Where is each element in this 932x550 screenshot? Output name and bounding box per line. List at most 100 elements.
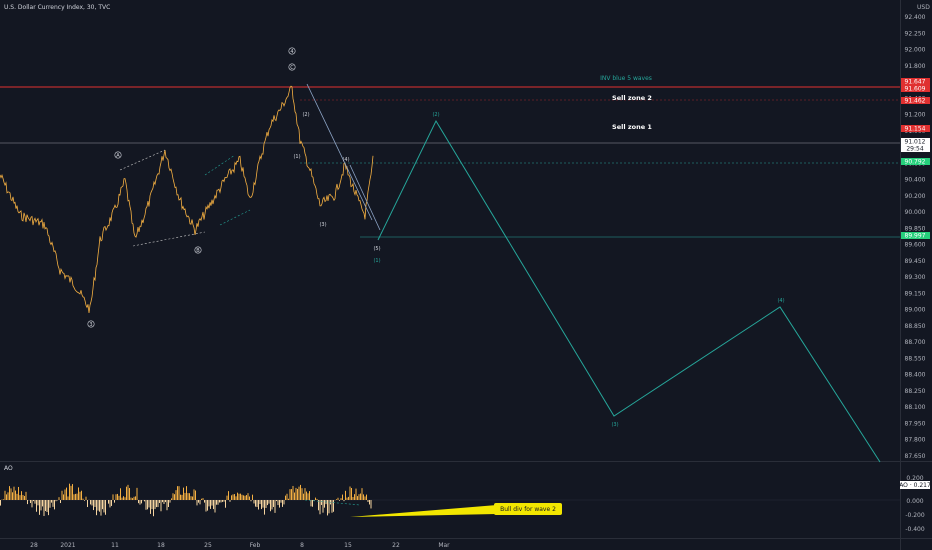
ao-bar xyxy=(306,491,307,500)
ao-bar xyxy=(16,493,18,500)
ao-bar xyxy=(120,488,121,500)
ao-bar xyxy=(124,497,126,500)
annotation-sell-zone-2: Sell zone 2 xyxy=(612,94,652,102)
ao-bar xyxy=(150,500,151,514)
ao-bar xyxy=(48,500,49,516)
ao-bar xyxy=(279,500,280,508)
ao-bar xyxy=(250,500,252,502)
ao-bar xyxy=(43,500,45,516)
time-tick: Feb xyxy=(250,542,261,549)
ao-bar xyxy=(82,498,84,500)
ao-bar xyxy=(331,500,333,513)
ao-bar xyxy=(45,500,46,512)
price-tick: 88.850 xyxy=(905,323,926,330)
price-badge: 90.792 xyxy=(905,159,926,166)
ao-bar xyxy=(324,500,325,508)
price-tick: 90.400 xyxy=(905,177,926,184)
ao-bar xyxy=(217,500,219,505)
ao-bar xyxy=(291,489,292,500)
ao-bar xyxy=(159,500,160,503)
proj-p3-label: (3) xyxy=(611,422,618,428)
ao-bar xyxy=(319,500,321,515)
ao-bar xyxy=(126,486,127,500)
ao-bar xyxy=(33,500,34,502)
ao-bar xyxy=(52,500,54,507)
ao-bar xyxy=(237,492,238,500)
ao-bar xyxy=(21,491,22,500)
price-tick: 88.550 xyxy=(905,355,926,362)
main-pane[interactable] xyxy=(0,0,900,462)
ao-bar xyxy=(109,500,111,508)
bull-div-text: Bull div for wave 2 xyxy=(500,506,556,513)
price-tick: 89.850 xyxy=(905,225,926,232)
ao-bar xyxy=(225,500,226,508)
ao-bar xyxy=(34,500,36,504)
ao-bar xyxy=(195,490,196,500)
ao-bar xyxy=(349,486,351,500)
ao-bar xyxy=(4,490,6,500)
ao-bar xyxy=(49,500,51,508)
ao-bar xyxy=(193,489,195,500)
ao-bar xyxy=(220,500,222,503)
ao-bar xyxy=(312,500,313,507)
ao-bar xyxy=(297,488,298,500)
ao-bar xyxy=(202,498,204,500)
time-tick: 25 xyxy=(204,542,212,549)
ao-bar xyxy=(285,495,286,500)
ao-bar xyxy=(18,486,19,500)
ao-bar xyxy=(241,494,243,500)
price-tick: 92.250 xyxy=(905,30,926,37)
ao-bar xyxy=(94,500,96,507)
ao-bar xyxy=(208,500,210,507)
ao-bar xyxy=(240,493,241,500)
time-tick: 28 xyxy=(30,542,38,549)
time-axis[interactable]: 28 2021 11 18 25 Feb 8 15 22 Mar xyxy=(30,542,450,549)
ao-bar xyxy=(232,494,234,500)
ao-bar xyxy=(79,491,81,500)
ao-bar xyxy=(72,484,73,500)
wave-p3-label: (3) xyxy=(319,222,326,228)
ao-bar xyxy=(354,494,355,500)
ao-bar xyxy=(309,491,310,500)
ao-bar xyxy=(370,500,372,509)
ao-bar xyxy=(189,493,190,500)
ao-bar xyxy=(234,494,235,500)
ao-label: AO xyxy=(4,465,13,472)
ao-bar xyxy=(165,500,166,503)
ao-bar xyxy=(223,500,225,502)
wave-p5-label: (5) xyxy=(373,246,380,252)
ao-bar xyxy=(54,500,55,510)
ao-bar xyxy=(315,497,316,500)
wave-A-label: A xyxy=(116,153,120,159)
ao-bar xyxy=(255,500,256,507)
ao-bar xyxy=(180,494,181,500)
ao-bar xyxy=(144,500,145,502)
ao-bar xyxy=(100,500,102,516)
ao-bar xyxy=(231,495,232,500)
time-tick: 22 xyxy=(392,542,400,549)
ao-bar xyxy=(3,499,4,500)
ao-bar xyxy=(129,488,130,500)
ao-bar xyxy=(246,495,247,500)
ao-bar xyxy=(216,500,217,505)
chart-canvas[interactable]: U.S. Dollar Currency Index, 30, TVC USD … xyxy=(0,0,932,550)
ao-bar xyxy=(210,500,211,509)
ao-bar xyxy=(51,500,52,503)
ao-bar xyxy=(205,500,207,512)
ao-bar xyxy=(219,500,220,503)
ao-bar xyxy=(247,493,249,500)
ao-bar xyxy=(343,500,345,502)
ao-bar xyxy=(160,500,162,512)
ao-bar xyxy=(99,500,100,512)
ao-bar xyxy=(333,500,334,512)
ao-bar xyxy=(271,500,273,510)
price-tick: 90.200 xyxy=(905,193,926,200)
ao-bar xyxy=(264,500,265,515)
ao-bar xyxy=(286,493,288,500)
ao-bar xyxy=(346,497,348,500)
price-tick: 89.000 xyxy=(905,307,926,314)
ao-bar xyxy=(283,500,285,505)
ao-bar xyxy=(243,495,244,500)
ao-bar xyxy=(258,500,259,510)
ao-bar xyxy=(190,496,192,500)
